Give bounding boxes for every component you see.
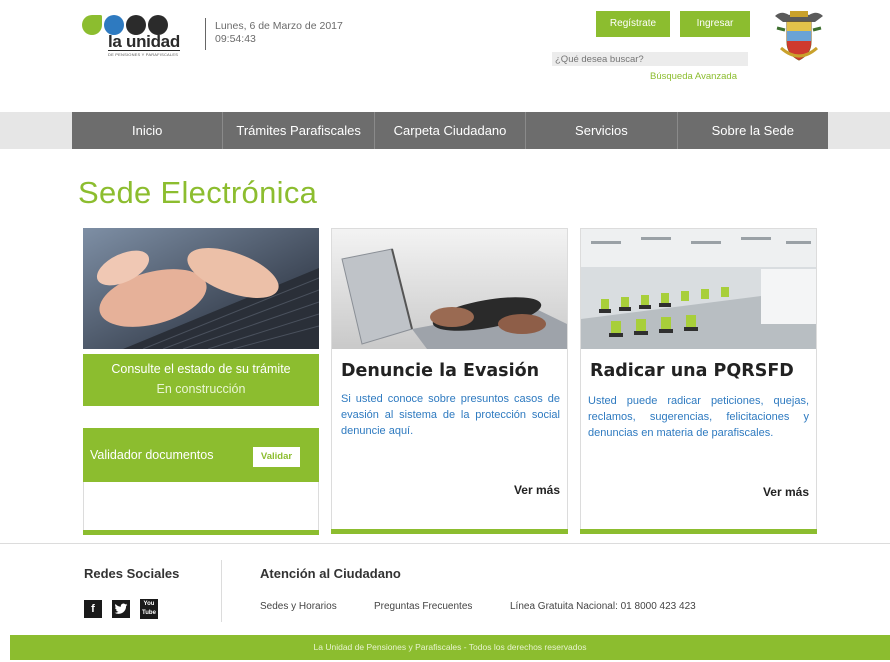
footer-divider: [0, 543, 890, 544]
validate-button[interactable]: Validar: [253, 447, 300, 467]
current-date: Lunes, 6 de Marzo de 2017: [215, 20, 343, 32]
nav-item-carpeta-ciudadano[interactable]: Carpeta Ciudadano: [375, 112, 527, 149]
evasion-card-bottom-bar: [331, 529, 568, 534]
nav-item-tramites-parafiscales[interactable]: Trámites Parafiscales: [223, 112, 375, 149]
consult-status-text: Consulte el estado de su trámite: [111, 362, 291, 376]
register-button[interactable]: Regístrate: [596, 11, 670, 37]
pqrsfd-see-more-link[interactable]: Ver más: [763, 485, 809, 499]
footer-vertical-divider: [221, 560, 222, 622]
validator-label: Validador documentos: [90, 448, 214, 462]
main-nav: Inicio Trámites Parafiscales Carpeta Ciu…: [72, 112, 828, 149]
header-divider: [205, 18, 206, 50]
validator-panel: Validador documentos Validar: [83, 428, 319, 482]
date-time: Lunes, 6 de Marzo de 2017 09:54:43: [215, 20, 343, 46]
status-card-blank: [83, 482, 319, 530]
social-title: Redes Sociales: [84, 566, 180, 581]
twitter-icon[interactable]: [112, 600, 130, 618]
status-card: Consulte el estado de su trámite En cons…: [83, 228, 319, 535]
consult-status-panel[interactable]: Consulte el estado de su trámite En cons…: [83, 354, 319, 406]
evasion-description: Si usted conoce sobre presuntos casos de…: [341, 393, 560, 437]
attention-title: Atención al Ciudadano: [260, 566, 401, 581]
advanced-search-link[interactable]: Búsqueda Avanzada: [650, 71, 737, 82]
logo-subtext: DE PENSIONES Y PARAFISCALES: [108, 52, 179, 57]
youtube-icon[interactable]: You Tube: [140, 599, 158, 619]
evasion-see-more-link[interactable]: Ver más: [514, 483, 560, 497]
footer-link-preguntas-frecuentes[interactable]: Preguntas Frecuentes: [374, 601, 472, 612]
status-card-bottom-bar: [83, 530, 319, 535]
nav-item-sobre-la-sede[interactable]: Sobre la Sede: [678, 112, 828, 149]
laptop-image: [332, 229, 567, 349]
coat-of-arms-icon: [775, 11, 823, 61]
pqrsfd-title: Radicar una PQRSFD: [590, 361, 794, 381]
nav-item-servicios[interactable]: Servicios: [526, 112, 678, 149]
pqrsfd-description: Usted puede radicar peticiones, quejas, …: [588, 395, 809, 439]
evasion-title: Denuncie la Evasión: [341, 361, 540, 381]
evasion-card[interactable]: Denuncie la Evasión Si usted conoce sobr…: [331, 228, 568, 534]
page-title: Sede Electrónica: [78, 175, 318, 210]
office-image: [581, 229, 816, 349]
logo-text: la unidad: [108, 32, 180, 51]
search-input[interactable]: [552, 52, 748, 66]
construction-text: En construcción: [156, 382, 246, 396]
nav-item-inicio[interactable]: Inicio: [72, 112, 224, 149]
keyboard-image: [83, 228, 319, 349]
pqrsfd-card-bottom-bar: [580, 529, 817, 534]
pqrsfd-card[interactable]: Radicar una PQRSFD Usted puede radicar p…: [580, 228, 817, 534]
copyright-bar: La Unidad de Pensiones y Parafiscales - …: [10, 635, 890, 660]
facebook-icon[interactable]: f: [84, 600, 102, 618]
footer-link-linea-gratuita[interactable]: Línea Gratuita Nacional: 01 8000 423 423: [510, 601, 696, 612]
current-time: 09:54:43: [215, 33, 256, 45]
site-logo[interactable]: la unidad DE PENSIONES Y PARAFISCALES: [82, 15, 197, 61]
footer-link-sedes-horarios[interactable]: Sedes y Horarios: [260, 601, 337, 612]
login-button[interactable]: Ingresar: [680, 11, 750, 37]
